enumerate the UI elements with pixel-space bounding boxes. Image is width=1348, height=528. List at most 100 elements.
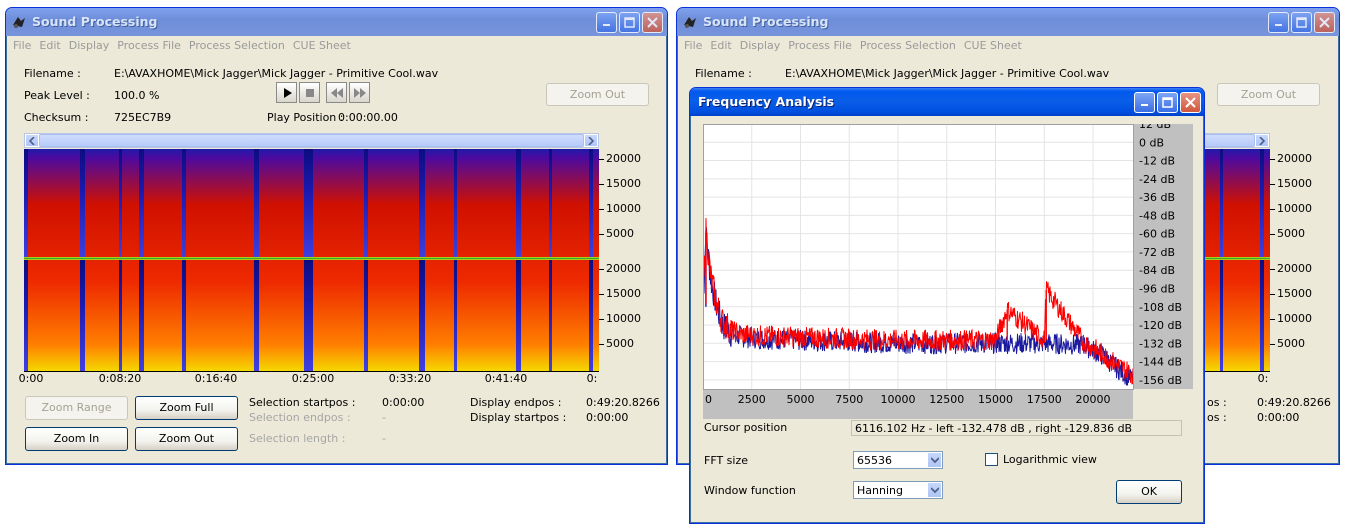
menu-display[interactable]: Display xyxy=(740,39,781,52)
horizontal-scrollbar[interactable] xyxy=(24,133,599,148)
scroll-left-icon xyxy=(29,136,35,145)
close-icon xyxy=(1319,17,1330,28)
fft-size-label: FFT size xyxy=(704,454,749,467)
fft-chart[interactable]: 12 dB 0 dB -12 dB -24 dB -36 dB -48 dB -60 dB -… xyxy=(703,124,1193,419)
ok-button[interactable]: OK xyxy=(1116,480,1182,504)
freq-tick-5000: 5000 xyxy=(606,227,634,240)
scroll-right-button[interactable] xyxy=(1255,134,1269,147)
second-menubar: File Edit Display Process File Process S… xyxy=(684,39,1030,52)
menu-process-selection[interactable]: Process Selection xyxy=(860,39,956,52)
scroll-right-icon xyxy=(588,136,594,145)
second-title-bar[interactable]: Sound Processing xyxy=(677,8,1339,36)
fast-forward-button[interactable] xyxy=(349,82,370,103)
close-icon xyxy=(1185,97,1196,108)
menu-edit[interactable]: Edit xyxy=(710,39,731,52)
db-tick-label: -24 dB xyxy=(1139,173,1175,186)
freq-tick-20000-b: 20000 xyxy=(606,262,641,275)
maximize-button[interactable] xyxy=(619,12,640,33)
fft-size-select[interactable]: 65536 xyxy=(853,451,943,469)
hz-tick-label: 15000 xyxy=(978,393,1013,406)
menu-display[interactable]: Display xyxy=(69,39,110,52)
minimize-button[interactable] xyxy=(1134,92,1155,113)
selection-length-label: Selection length : xyxy=(249,432,346,445)
display-startpos-label: Display startpos : xyxy=(470,411,567,424)
frequency-scale: 20000 15000 10000 5000 20000 15000 10000… xyxy=(1270,149,1330,371)
db-tick-label: -12 dB xyxy=(1139,155,1175,168)
logarithmic-view-checkbox[interactable] xyxy=(985,453,998,466)
zoom-out-top-button[interactable]: Zoom Out xyxy=(1217,83,1320,106)
time-tick: 0:41:40 xyxy=(484,372,528,385)
display-endpos-label: Display endpos : xyxy=(470,396,562,409)
window-function-dropdown-button[interactable] xyxy=(927,482,942,498)
freq-tick-15000: 15000 xyxy=(606,177,641,190)
menu-file[interactable]: File xyxy=(13,39,31,52)
freq-tick-5000-b: 5000 xyxy=(1277,337,1305,350)
peak-level-label: Peak Level : xyxy=(24,89,90,102)
time-axis: 0:00 0:08:20 0:16:40 0:25:00 0:33:20 0:4… xyxy=(19,371,599,385)
spectrogram-view[interactable] xyxy=(24,149,599,371)
app-icon xyxy=(13,17,25,28)
scroll-left-button[interactable] xyxy=(25,134,39,147)
close-button[interactable] xyxy=(1314,12,1335,33)
main-title-bar[interactable]: Sound Processing xyxy=(6,8,667,36)
maximize-icon xyxy=(1296,17,1307,28)
menu-cue-sheet[interactable]: CUE Sheet xyxy=(293,39,351,52)
fft-size-value: 65536 xyxy=(857,454,892,467)
display-endpos-label: os : xyxy=(1207,396,1227,409)
time-tick: 0:00 xyxy=(18,372,44,385)
main-menubar: File Edit Display Process File Process S… xyxy=(13,39,359,52)
maximize-button[interactable] xyxy=(1291,12,1312,33)
maximize-button[interactable] xyxy=(1157,92,1178,113)
scroll-right-button[interactable] xyxy=(584,134,598,147)
selection-startpos-label: Selection startpos : xyxy=(249,396,356,409)
selection-startpos-value: 0:00:00 xyxy=(382,396,425,409)
window-function-select[interactable]: Hanning xyxy=(853,481,943,499)
close-icon xyxy=(647,17,658,28)
menu-process-selection[interactable]: Process Selection xyxy=(189,39,285,52)
rewind-button[interactable] xyxy=(326,82,347,103)
scrollbar-thumb[interactable] xyxy=(39,134,584,147)
frequency-analysis-window: Frequency Analysis 12 dB 0 dB -12 dB -24 dB… xyxy=(689,87,1205,524)
freq-tick-15000-b: 15000 xyxy=(606,287,641,300)
play-button[interactable] xyxy=(276,82,297,103)
freq-tick-5000: 5000 xyxy=(1277,227,1305,240)
db-tick-label: -132 dB xyxy=(1139,337,1182,350)
zoom-in-button[interactable]: Zoom In xyxy=(25,427,128,451)
play-icon xyxy=(283,87,292,98)
freq-tick-5000-b: 5000 xyxy=(606,337,634,350)
menu-file[interactable]: File xyxy=(684,39,702,52)
zoom-out-top-button[interactable]: Zoom Out xyxy=(546,83,649,106)
freq-tick-15000: 15000 xyxy=(1277,177,1312,190)
fft-size-dropdown-button[interactable] xyxy=(927,452,942,468)
hz-scale-bg xyxy=(703,389,1133,419)
scroll-right-icon xyxy=(1259,136,1265,145)
window-function-value: Hanning xyxy=(857,484,903,497)
close-button[interactable] xyxy=(642,12,663,33)
close-button[interactable] xyxy=(1180,92,1201,113)
minimize-icon xyxy=(1275,24,1282,26)
zoom-range-button[interactable]: Zoom Range xyxy=(25,396,128,420)
freq-title-bar[interactable]: Frequency Analysis xyxy=(690,88,1204,116)
hz-tick-label: 17500 xyxy=(1027,393,1062,406)
menu-process-file[interactable]: Process File xyxy=(788,39,852,52)
zoom-full-button[interactable]: Zoom Full xyxy=(135,396,238,420)
display-startpos-value: 0:00:00 xyxy=(1257,411,1300,424)
stop-icon xyxy=(305,88,314,97)
zoom-out-button[interactable]: Zoom Out xyxy=(135,427,238,451)
frequency-scale: 20000 15000 10000 5000 20000 15000 10000… xyxy=(599,149,659,371)
hz-tick-label: 2500 xyxy=(738,393,766,406)
rewind-icon xyxy=(330,87,343,98)
hz-tick-label: 0 xyxy=(705,393,712,406)
menu-process-file[interactable]: Process File xyxy=(117,39,181,52)
minimize-button[interactable] xyxy=(596,12,617,33)
menu-edit[interactable]: Edit xyxy=(39,39,60,52)
maximize-icon xyxy=(1162,97,1173,108)
stop-button[interactable] xyxy=(299,82,320,103)
app-icon xyxy=(684,17,696,28)
menu-cue-sheet[interactable]: CUE Sheet xyxy=(964,39,1022,52)
minimize-icon xyxy=(603,24,610,26)
minimize-button[interactable] xyxy=(1268,12,1289,33)
selection-length-value: - xyxy=(382,432,386,445)
hz-tick-label: 5000 xyxy=(787,393,815,406)
freq-tick-10000: 10000 xyxy=(1277,202,1312,215)
